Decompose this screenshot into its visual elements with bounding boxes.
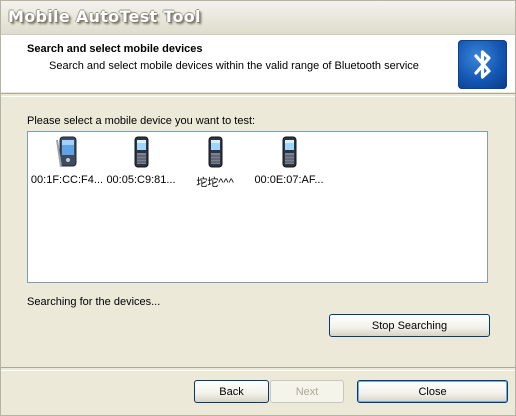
stop-searching-button[interactable]: Stop Searching bbox=[329, 314, 490, 337]
device-label: 00:05:C9:81... bbox=[106, 174, 176, 186]
phone-icon bbox=[208, 136, 223, 168]
header-title: Search and select mobile devices bbox=[27, 43, 203, 55]
pda-icon bbox=[56, 136, 77, 168]
next-button[interactable]: Next bbox=[270, 380, 344, 403]
dialog-window: Mobile AutoTest Tool Search and select m… bbox=[0, 0, 516, 416]
window-title: Mobile AutoTest Tool bbox=[8, 7, 201, 26]
device-label: 00:1F:CC:F4... bbox=[30, 174, 104, 186]
phone-icon bbox=[282, 136, 297, 168]
device-list[interactable]: 00:1F:CC:F4... 00:05:C9:81... 坨坨^^^ 00:0… bbox=[27, 131, 488, 283]
header-subtitle: Search and select mobile devices within … bbox=[49, 60, 419, 72]
title-bar[interactable]: Mobile AutoTest Tool bbox=[1, 1, 515, 35]
device-label: 00:0E:07:AF... bbox=[254, 174, 324, 186]
close-button[interactable]: Close bbox=[357, 380, 508, 403]
device-item[interactable]: 00:05:C9:81... bbox=[102, 134, 180, 190]
search-status: Searching for the devices... bbox=[27, 296, 161, 308]
device-item[interactable]: 00:0E:07:AF... bbox=[250, 134, 328, 190]
device-item[interactable]: 坨坨^^^ bbox=[176, 134, 254, 190]
bluetooth-icon bbox=[458, 40, 507, 89]
phone-icon bbox=[134, 136, 149, 168]
header-divider bbox=[1, 93, 515, 97]
device-label: 坨坨^^^ bbox=[196, 177, 234, 189]
wizard-header: Search and select mobile devices Search … bbox=[1, 35, 515, 92]
device-item[interactable]: 00:1F:CC:F4... bbox=[28, 134, 106, 190]
footer-divider bbox=[1, 367, 515, 371]
device-prompt: Please select a mobile device you want t… bbox=[27, 115, 256, 127]
back-button[interactable]: Back bbox=[194, 380, 269, 403]
